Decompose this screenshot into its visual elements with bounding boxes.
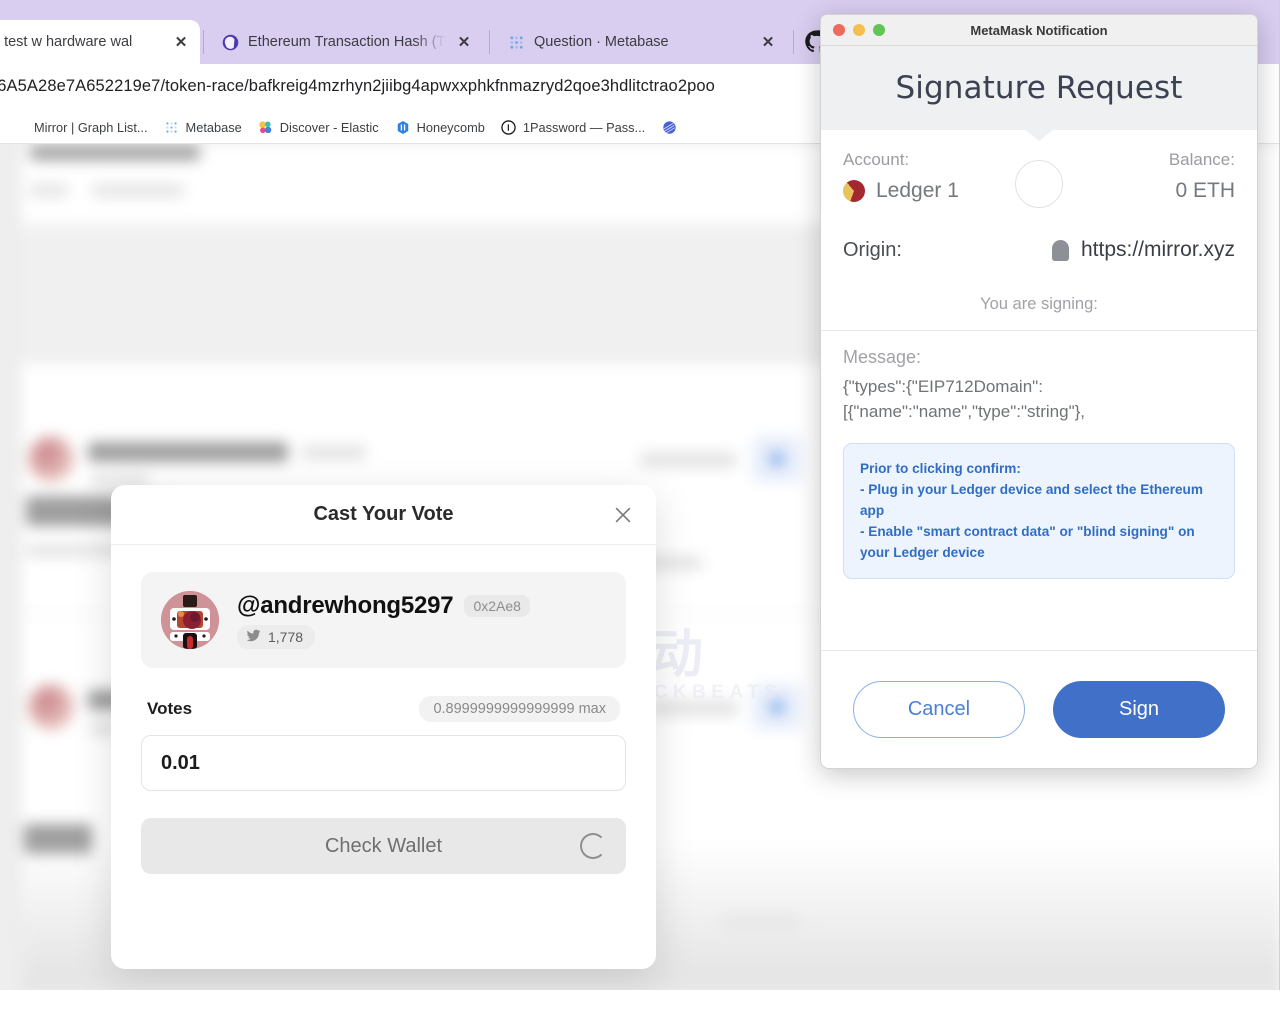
ledger-instructions-note: Prior to clicking confirm: - Plug in you…	[843, 443, 1235, 579]
cast-your-vote-modal: Cast Your Vote	[111, 485, 656, 969]
bookmark-elastic[interactable]: Discover - Elastic	[258, 120, 379, 136]
blur-text	[640, 452, 736, 468]
onepassword-icon	[501, 120, 517, 136]
metamask-footer: Cancel Sign	[821, 650, 1257, 768]
profile-handle: @andrewhong5297	[237, 592, 453, 620]
bookmark-elastic-label: Discover - Elastic	[280, 120, 379, 135]
votes-input[interactable]: 0.01	[141, 735, 626, 791]
origin-label: Origin:	[843, 239, 902, 262]
account-value-row: Ledger 1	[843, 179, 959, 203]
modal-body: @andrewhong5297 0x2Ae8 1,778	[111, 545, 656, 904]
metabase-icon	[508, 34, 525, 51]
twitter-icon	[246, 628, 261, 646]
blue-sphere-icon	[661, 120, 677, 136]
blur-text	[30, 184, 68, 197]
honeycomb-icon	[395, 120, 411, 136]
votes-label: Votes	[147, 699, 192, 719]
wallet-address-chip: 0x2Ae8	[464, 595, 529, 617]
profile-card: @andrewhong5297 0x2Ae8 1,778	[141, 572, 626, 668]
desktop-background	[0, 990, 1280, 1028]
balance-block: Balance: 0 ETH	[1169, 150, 1235, 203]
cancel-button[interactable]: Cancel	[853, 681, 1025, 738]
profile-identity-row: @andrewhong5297 0x2Ae8	[237, 592, 530, 620]
origin-row: Origin: https://mirror.xyz	[821, 238, 1257, 262]
bookmark-metabase[interactable]: Metabase	[164, 120, 242, 136]
metamask-header: Signature Request	[821, 46, 1257, 130]
bookmark-blue-sphere[interactable]	[661, 120, 683, 136]
votes-row: Votes 0.8999999999999999 max	[141, 696, 626, 722]
close-icon[interactable]	[610, 502, 636, 528]
blur-dot	[770, 452, 784, 466]
modal-title: Cast Your Vote	[313, 503, 453, 526]
browser-tab-1-label: e test w hardware wal	[0, 34, 163, 50]
bookmark-honeycomb-label: Honeycomb	[417, 120, 485, 135]
browser-tab-3-label: Question · Metabase	[534, 34, 750, 50]
signature-request-heading: Signature Request	[895, 70, 1182, 106]
browser-tab-2-label: Ethereum Transaction Hash (Tx	[248, 34, 446, 50]
twitter-followers-count: 1,778	[268, 629, 303, 645]
account-block: Account: Ledger 1	[843, 150, 959, 203]
browser-tab-2[interactable]: Ethereum Transaction Hash (Tx ✕	[208, 20, 483, 64]
twitter-followers-chip: 1,778	[237, 625, 315, 649]
bookmark-1password[interactable]: 1Password — Pass...	[501, 120, 645, 136]
account-balance-section: Account: Ledger 1 Balance: 0 ETH	[821, 130, 1257, 203]
tab-separator-1	[203, 30, 204, 54]
bookmark-honeycomb[interactable]: Honeycomb	[395, 120, 485, 136]
sign-button[interactable]: Sign	[1053, 681, 1225, 738]
bookmark-1password-label: 1Password — Pass...	[523, 120, 645, 135]
tab-separator-2	[489, 30, 490, 54]
balance-value: 0 ETH	[1169, 179, 1235, 203]
bookmark-metabase-label: Metabase	[186, 120, 242, 135]
etherscan-icon	[222, 34, 239, 51]
screen: e test w hardware wal ✕ Ethereum Transac…	[0, 0, 1280, 1028]
you-are-signing-label: You are signing:	[821, 295, 1257, 331]
loading-spinner-icon	[580, 833, 606, 859]
elastic-icon	[258, 120, 274, 136]
address-bar-url[interactable]: 06A5A28e7A652219e7/token-race/bafkreig4m…	[0, 77, 833, 96]
account-name: Ledger 1	[876, 179, 959, 203]
blur-avatar	[28, 436, 74, 482]
metabase-icon	[164, 120, 180, 136]
lock-icon	[1052, 240, 1069, 261]
user-avatar	[161, 591, 219, 649]
blur-text	[92, 184, 184, 197]
metamask-window-title: MetaMask Notification	[821, 23, 1257, 38]
blur-text	[30, 146, 200, 160]
blur-text	[302, 445, 366, 460]
message-label: Message:	[843, 347, 1235, 368]
votes-input-value: 0.01	[161, 752, 200, 775]
max-votes-chip[interactable]: 0.8999999999999999 max	[419, 696, 620, 722]
browser-tab-1[interactable]: e test w hardware wal ✕	[0, 20, 200, 64]
tab-separator-3	[793, 30, 794, 54]
origin-value-row: https://mirror.xyz	[1052, 238, 1235, 262]
bookmark-mirror-label: Mirror | Graph List...	[34, 120, 148, 135]
bookmark-mirror[interactable]: Mirror | Graph List...	[34, 120, 148, 135]
message-body[interactable]: {"types":{"EIP712Domain": [{"name":"name…	[843, 375, 1235, 427]
browser-tab-3[interactable]: Question · Metabase ✕	[494, 20, 787, 64]
origin-url: https://mirror.xyz	[1081, 238, 1235, 262]
ledger-identicon	[843, 180, 865, 202]
blur-text	[88, 442, 288, 462]
message-section: Message: {"types":{"EIP712Domain": [{"na…	[821, 331, 1257, 427]
modal-header: Cast Your Vote	[111, 485, 656, 545]
balance-label: Balance:	[1169, 150, 1235, 170]
browser-tab-1-close-icon[interactable]: ✕	[172, 33, 190, 51]
check-wallet-button[interactable]: Check Wallet	[141, 818, 626, 874]
metamask-titlebar: MetaMask Notification	[821, 15, 1257, 46]
account-avatar-placeholder	[1015, 160, 1063, 208]
account-label: Account:	[843, 150, 959, 170]
blur-avatar	[28, 684, 74, 730]
check-wallet-label: Check Wallet	[325, 835, 442, 858]
browser-tab-2-close-icon[interactable]: ✕	[455, 33, 473, 51]
profile-details: @andrewhong5297 0x2Ae8 1,778	[237, 592, 530, 649]
browser-tab-3-close-icon[interactable]: ✕	[759, 33, 777, 51]
metamask-notification-window: MetaMask Notification Signature Request …	[820, 14, 1258, 769]
